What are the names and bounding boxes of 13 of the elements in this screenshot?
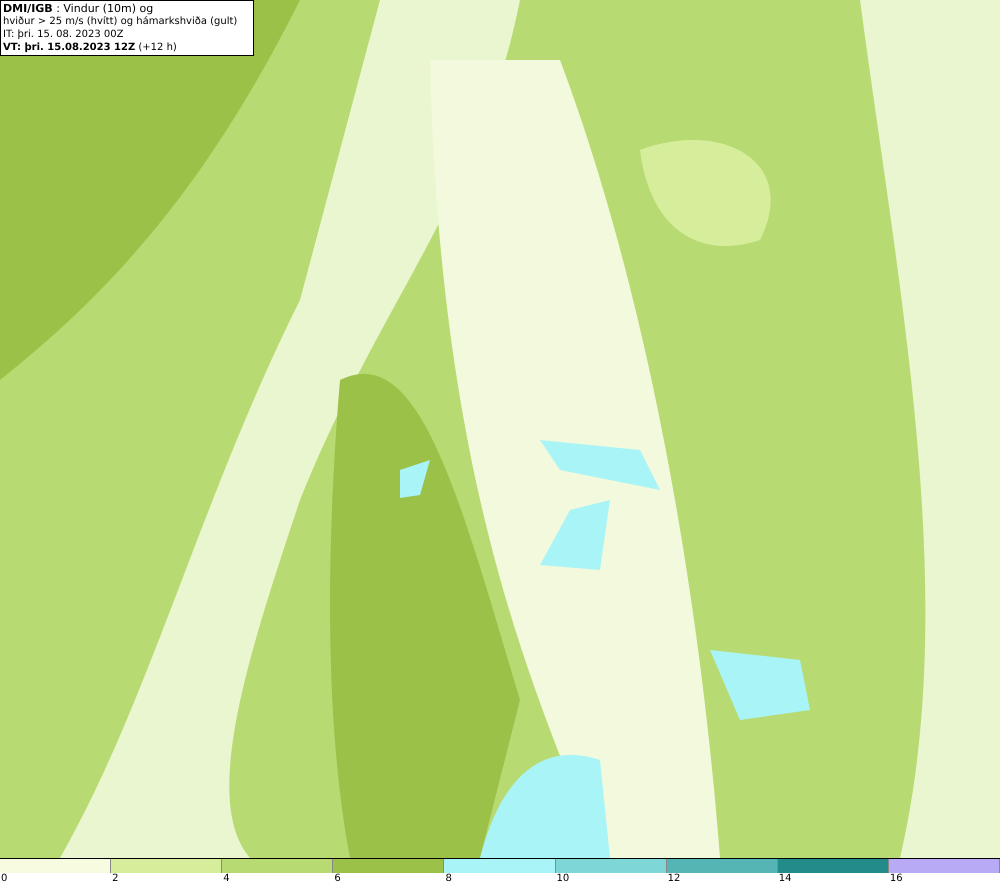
legend-label: 6 [333, 873, 341, 885]
legend-label: 10 [556, 873, 570, 885]
header-text: hviður > 25 m/s (hvítt) og hámarkshviða (gult) [3, 15, 238, 28]
legend-label: 12 [666, 873, 680, 885]
legend-label: 14 [778, 873, 792, 885]
legend-label: 4 [222, 873, 230, 885]
header-text: VT: þri. 15.08.2023 12Z (+12 h) [3, 41, 178, 54]
header-text: IT: þri. 15. 08. 2023 00Z [3, 28, 124, 41]
header-text: DMI/IGB : Vindur (10m) og [3, 2, 154, 15]
legend-label: 16 [888, 873, 903, 885]
legend-label: 8 [444, 873, 452, 885]
legend-label: 0 [0, 873, 8, 885]
legend-label: 2 [111, 873, 118, 885]
